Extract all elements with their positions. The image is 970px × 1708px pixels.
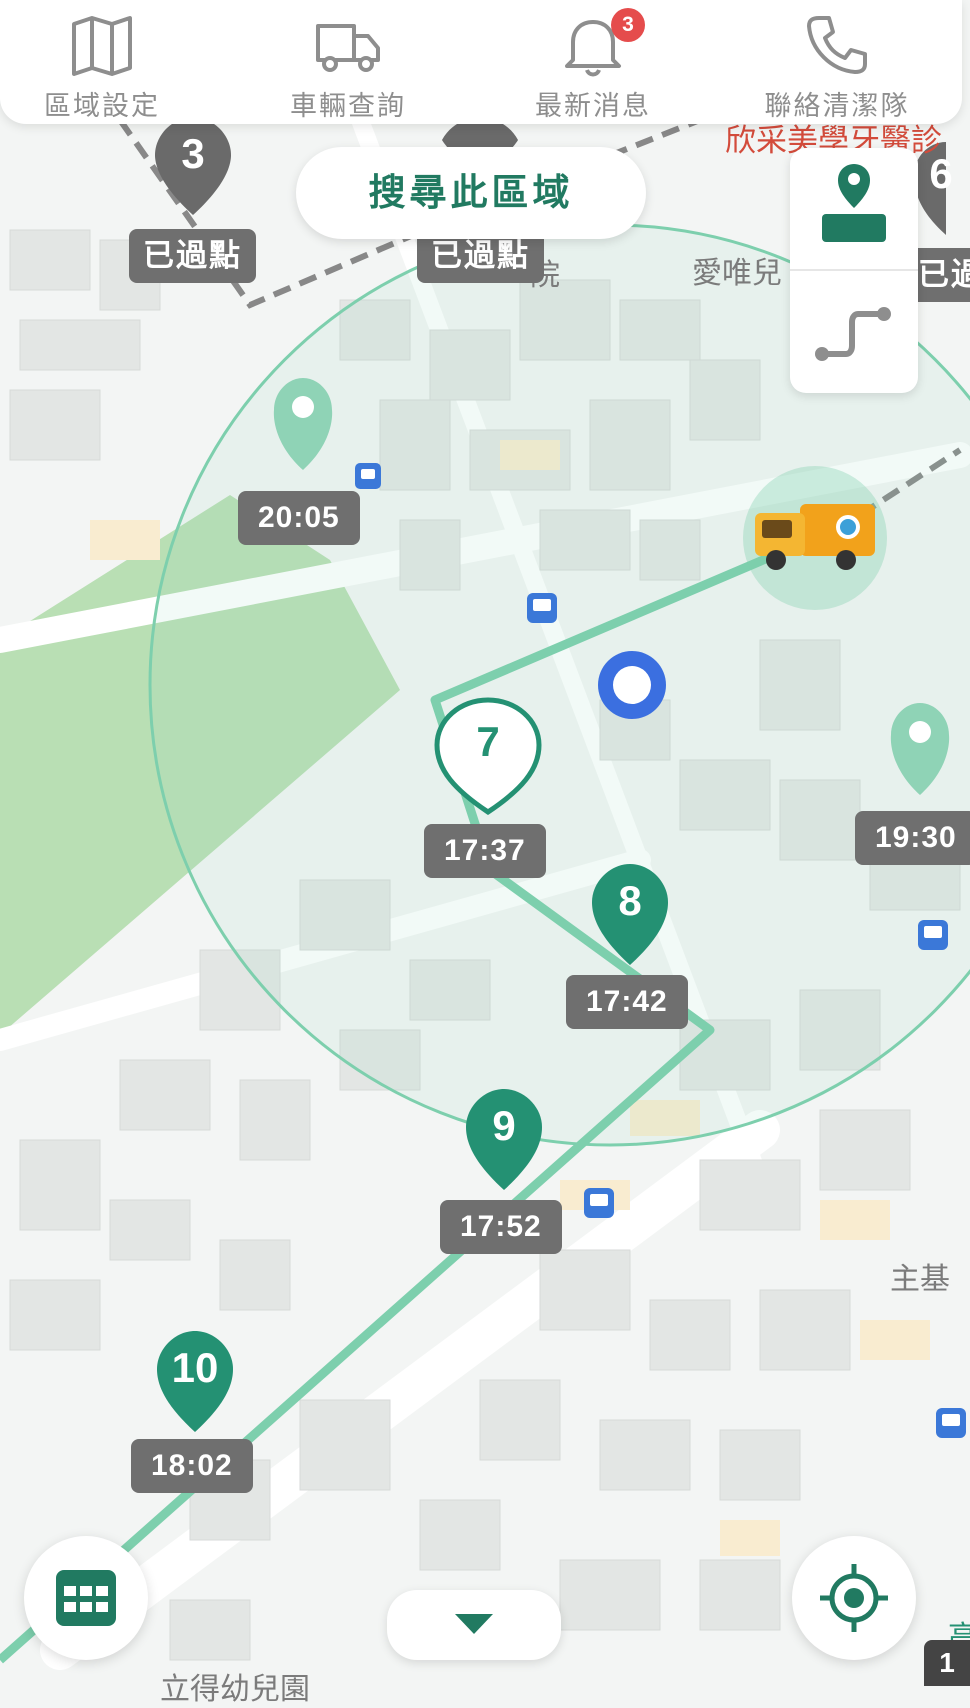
bus-stop-icon: [584, 1188, 614, 1218]
place-label: 主基: [890, 1263, 950, 1296]
show-stops-button[interactable]: [790, 148, 918, 266]
search-this-area-button[interactable]: 搜尋此區域: [296, 147, 646, 239]
nav-latest-news[interactable]: 3 最新消息: [493, 6, 693, 121]
stop-number[interactable]: 8: [590, 877, 670, 925]
crosshair-icon: [820, 1564, 888, 1632]
place-label: 立得幼兒園: [160, 1673, 310, 1706]
bus-stop-icon: [527, 593, 557, 623]
map-control-panel: [790, 148, 918, 393]
stop-number[interactable]: 9: [464, 1102, 544, 1150]
bus-stop-icon: [936, 1408, 966, 1438]
notification-badge: 3: [611, 8, 645, 42]
chevron-down-icon: [455, 1614, 493, 1634]
stop-number[interactable]: 7: [448, 718, 528, 766]
top-navigation: 區域設定 車輛查詢 3 最新消息 聯絡清潔隊: [0, 0, 962, 124]
nav-label: 聯絡清潔隊: [764, 91, 910, 121]
divider: [790, 269, 918, 271]
garbage-truck-icon: [743, 466, 887, 610]
stop-time-label: 20:05: [238, 491, 360, 545]
stop-time-label: 19:30: [855, 811, 970, 865]
phone-icon: [807, 16, 867, 74]
passed-label: 已過: [910, 248, 970, 302]
stop-time-label: 17:37: [424, 824, 546, 878]
location-marker-icon: [822, 164, 886, 242]
nav-label: 區域設定: [44, 91, 160, 121]
stop-number[interactable]: 10: [155, 1344, 235, 1392]
truck-icon: [316, 24, 380, 72]
bus-stop-icon: [918, 920, 948, 950]
nav-vehicle-search[interactable]: 車輛查詢: [248, 6, 448, 121]
calendar-icon: [56, 1570, 116, 1626]
stop-time-label: 18:02: [131, 1439, 253, 1493]
locate-me-button[interactable]: [792, 1536, 916, 1660]
nav-label: 最新消息: [535, 91, 651, 121]
user-location-dot: [598, 651, 666, 719]
place-label: 愛唯兒: [692, 257, 782, 290]
calendar-button[interactable]: [24, 1536, 148, 1660]
expand-panel-button[interactable]: [387, 1590, 561, 1660]
corner-stop-chip[interactable]: 1: [924, 1640, 970, 1686]
nav-contact-cleaning-team[interactable]: 聯絡清潔隊: [737, 6, 937, 121]
stop-number[interactable]: 3: [153, 130, 233, 178]
passed-label: 已過點: [129, 229, 256, 283]
bus-stop-icon: [355, 463, 381, 489]
nav-label: 車輛查詢: [290, 91, 406, 121]
stop-time-label: 17:52: [440, 1200, 562, 1254]
show-route-button[interactable]: [790, 272, 918, 390]
map-icon: [72, 16, 132, 76]
stop-time-label: 17:42: [566, 975, 688, 1029]
route-icon: [815, 307, 891, 361]
nav-area-settings[interactable]: 區域設定: [2, 6, 202, 121]
